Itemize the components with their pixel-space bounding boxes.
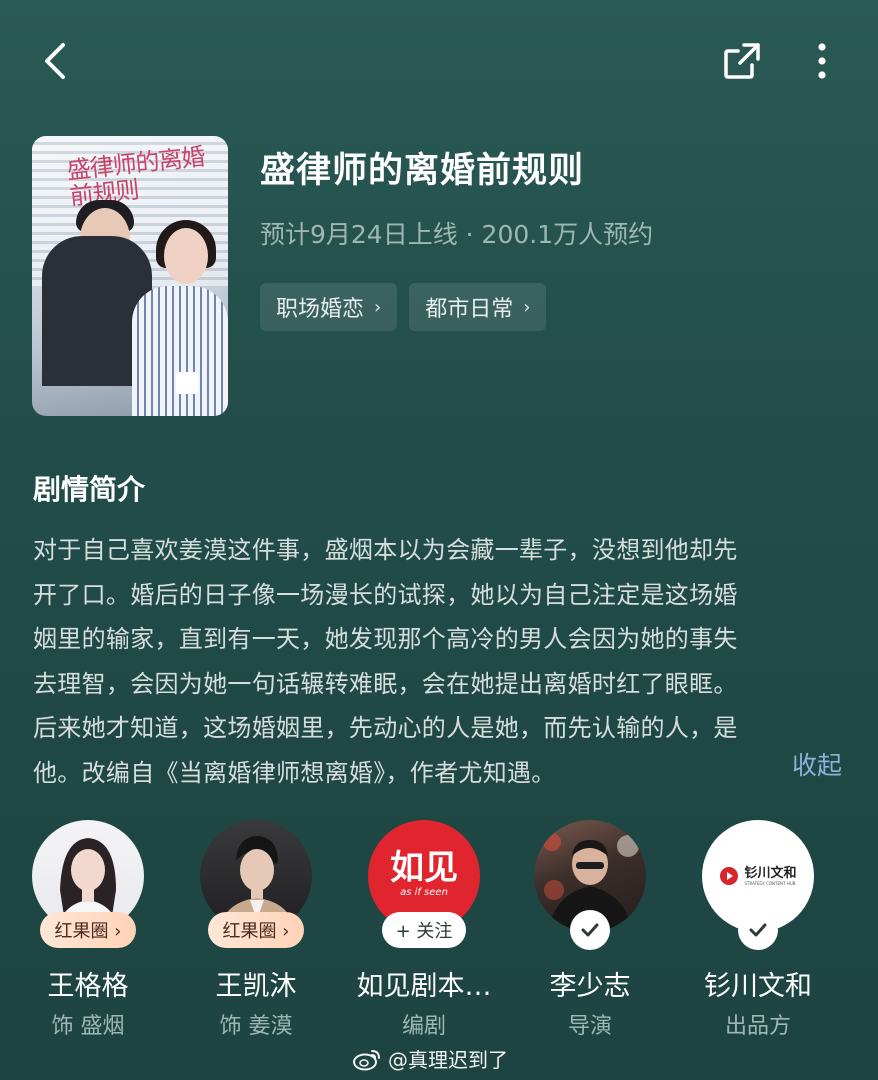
person-name: 李少志 (549, 971, 631, 1002)
synopsis-heading: 剧情简介 (33, 473, 146, 506)
hongguo-circle-badge[interactable]: 红果圈 › (40, 912, 136, 948)
logo-text: 钐川文和 (744, 865, 797, 881)
person-role: 导演 (567, 1014, 612, 1039)
watermark: @真理迟到了 (352, 1044, 508, 1073)
synopsis-line: 他。改编自《当离婚律师想离婚》，作者尤知遇。 (33, 758, 556, 787)
tag-label: 都市日常 (425, 297, 514, 322)
person-name: 如见剧本… (356, 971, 492, 1002)
chevron-right-icon: › (374, 296, 382, 318)
cast-crew-list: 红果圈 › 王格格 饰 盛烟 红果圈 › 王凯沐 饰 姜漠 如见 as if s… (0, 818, 878, 1048)
drama-title: 盛律师的离婚前规则 (260, 151, 585, 191)
share-external-icon (724, 43, 760, 79)
poster-figure-female-body (132, 286, 228, 416)
release-info: 预计9月24日上线 · 200.1万人预约 (260, 220, 654, 249)
synopsis-line: 姻里的输家，直到有一天，她发现那个高冷的男人会因为她的事失 (33, 625, 738, 653)
person-role: 饰 盛烟 (51, 1014, 125, 1039)
person-role: 出品方 (724, 1014, 791, 1039)
synopsis-line: 去理智，会因为她一句话辗转难眠，会在她提出离婚时红了眼眶。 (33, 669, 738, 698)
bookmark-icon (176, 372, 198, 394)
share-button[interactable] (716, 36, 768, 86)
synopsis-text: 对于自己喜欢姜漠这件事，盛烟本以为会藏一辈子，没想到他却先 开了口。婚后的日子像… (33, 528, 845, 795)
person-role: 编剧 (401, 1014, 446, 1039)
person-name: 王格格 (47, 971, 129, 1002)
hongguo-circle-badge[interactable]: 红果圈 › (208, 912, 304, 948)
more-vertical-icon (818, 43, 826, 79)
verified-check-icon (738, 910, 778, 950)
chevron-right-icon: › (523, 296, 531, 318)
person-name: 钐川文和 (704, 971, 812, 1002)
synopsis-line: 对于自己喜欢姜漠这件事，盛烟本以为会藏一辈子，没想到他却先 (33, 536, 738, 564)
synopsis-line: 开了口。婚后的日子像一场漫长的试探，她以为自己注定是这场婚 (33, 580, 738, 609)
logo-text: 如见 (390, 847, 458, 888)
weibo-icon (353, 1049, 380, 1070)
genre-tags: 职场婚恋 › 都市日常 › (260, 283, 547, 331)
person-name: 王凯沐 (215, 971, 297, 1002)
tag-urban-daily[interactable]: 都市日常 › (409, 283, 547, 331)
chevron-left-icon (45, 43, 65, 79)
play-circle-icon (720, 867, 739, 885)
back-button[interactable] (30, 38, 80, 84)
collapse-button[interactable]: 收起 (792, 746, 842, 782)
top-bar (0, 0, 878, 120)
tag-workplace-romance[interactable]: 职场婚恋 › (260, 283, 398, 331)
verified-check-icon (570, 910, 610, 950)
drama-poster[interactable]: 盛律师的离婚前规则 (32, 136, 228, 416)
poster-figure-female (164, 228, 208, 284)
synopsis-line: 后来她才知道，这场婚姻里，先动心的人是她，而先认输的人，是 (33, 714, 738, 742)
logo-subtext: as if seen (400, 886, 448, 898)
more-button[interactable] (800, 36, 844, 86)
logo-subtext: STRATEGY CONTENT HUB (744, 880, 796, 886)
person-role: 饰 姜漠 (219, 1014, 293, 1039)
tag-label: 职场婚恋 (276, 297, 365, 322)
follow-button[interactable]: + 关注 (382, 912, 466, 948)
watermark-text: @真理迟到了 (388, 1048, 508, 1072)
